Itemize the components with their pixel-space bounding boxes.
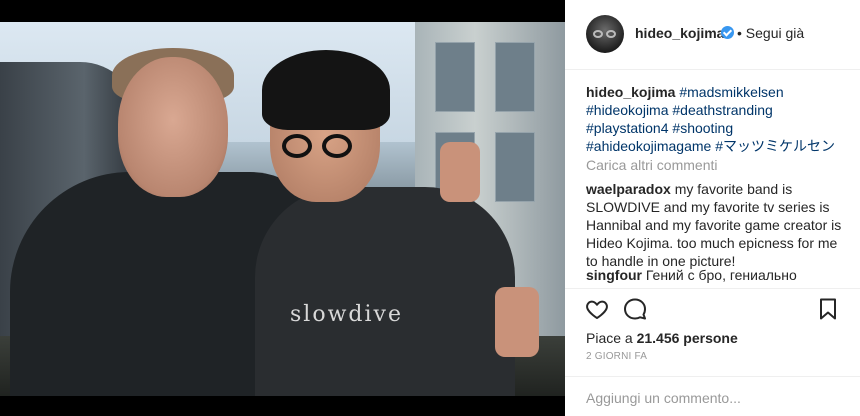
post-header: hideo_kojima • Segui già	[565, 0, 860, 70]
hashtag[interactable]: #マッツミケルセン	[715, 138, 835, 154]
avatar-glasses-left	[593, 30, 603, 38]
load-more-comments-link[interactable]: Carica altri commenti	[586, 157, 717, 173]
photo-person-left-head	[118, 57, 228, 197]
avatar-glasses-right	[606, 30, 616, 38]
instagram-post-modal: slowdive hideo_kojima • Segui già hideo_…	[0, 0, 860, 416]
hashtag[interactable]: #hideokojima	[586, 102, 669, 118]
post-caption: hideo_kojima #madsmikkelsen #hideokojima…	[586, 83, 848, 155]
comment-bubble-icon[interactable]	[623, 297, 647, 321]
heart-icon[interactable]	[585, 297, 609, 321]
comment-text: Гений с бро, гениально	[645, 267, 797, 283]
header-username[interactable]: hideo_kojima	[635, 25, 724, 41]
hashtag[interactable]: #shooting	[672, 120, 733, 136]
shirt-print-text: slowdive	[290, 302, 403, 327]
caption-username[interactable]: hideo_kojima	[586, 84, 675, 100]
photo-person-right-hair	[262, 50, 390, 130]
post-side-panel: hideo_kojima • Segui già hideo_kojima #m…	[565, 0, 860, 416]
comment-item: singfour Гений с бро, гениально	[586, 266, 848, 284]
comment-item: waelparadox my favorite band is SLOWDIVE…	[586, 180, 848, 270]
likes-suffix: persone	[679, 330, 738, 346]
hashtag[interactable]: #deathstranding	[672, 102, 772, 118]
thumbs-up-lower	[495, 287, 539, 357]
comment-username[interactable]: waelparadox	[586, 181, 671, 197]
hashtag[interactable]: #playstation4	[586, 120, 669, 136]
follow-label: Segui già	[745, 25, 805, 41]
thumbs-up-upper	[440, 142, 480, 202]
photo-person-right-body	[255, 187, 515, 396]
post-timestamp[interactable]: 2 GIORNI FA	[586, 351, 647, 362]
follow-status[interactable]: • Segui già	[737, 25, 804, 41]
likes-count[interactable]: Piace a 21.456 persone	[586, 330, 738, 346]
post-photo[interactable]: slowdive	[0, 22, 565, 396]
hashtag[interactable]: #madsmikkelsen	[679, 84, 783, 100]
post-actions-bar	[565, 288, 860, 328]
hashtag[interactable]: #ahideokojimagame	[586, 138, 711, 154]
likes-number: 21.456	[636, 330, 680, 346]
avatar[interactable]	[586, 15, 624, 53]
comment-username[interactable]: singfour	[586, 267, 642, 283]
bookmark-icon[interactable]	[816, 297, 840, 321]
follow-separator: •	[737, 25, 742, 41]
add-comment-field[interactable]: Aggiungi un commento...	[565, 376, 860, 416]
glasses-right-lens	[322, 134, 352, 158]
add-comment-placeholder[interactable]: Aggiungi un commento...	[586, 390, 741, 406]
likes-prefix: Piace a	[586, 330, 637, 346]
verified-badge-icon	[721, 26, 734, 39]
glasses-left-lens	[282, 134, 312, 158]
